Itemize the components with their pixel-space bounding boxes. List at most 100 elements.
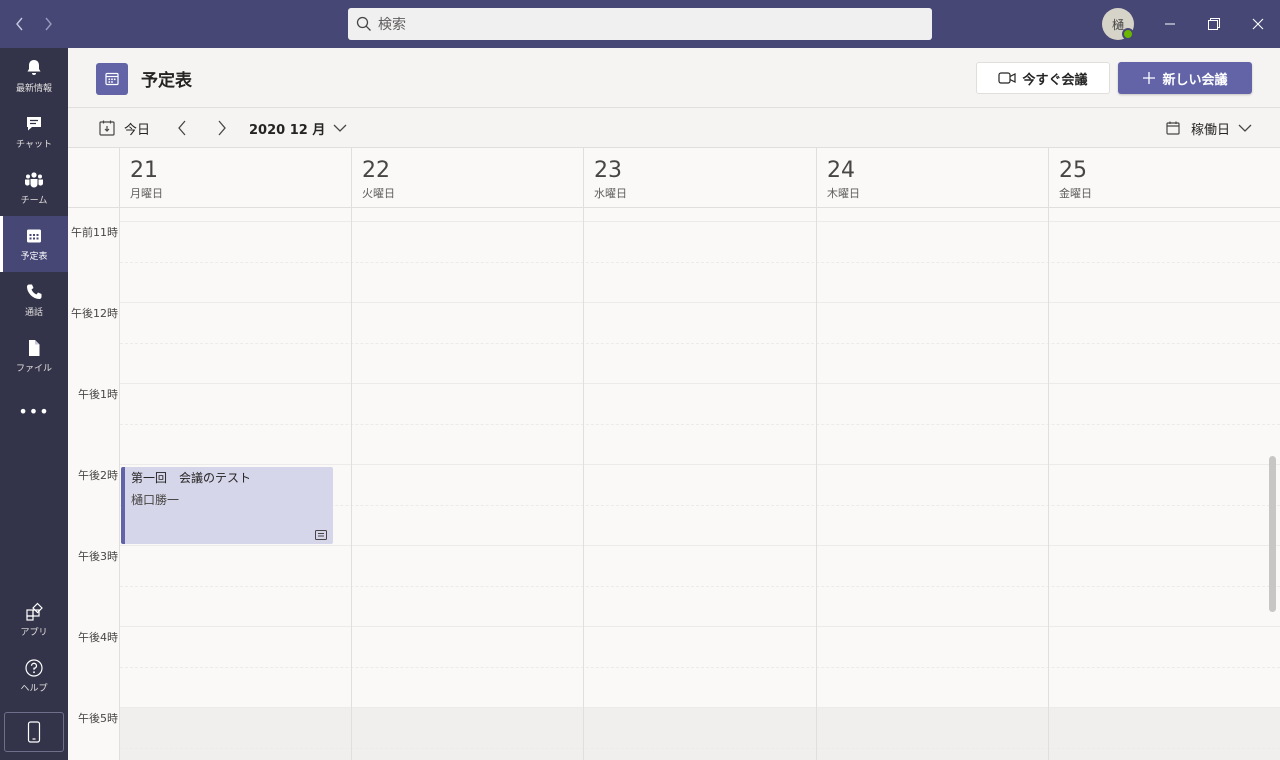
rail-label: ファイル bbox=[15, 364, 52, 374]
rail-item-chat[interactable]: チャット bbox=[0, 104, 68, 160]
chevron-left-icon bbox=[16, 17, 23, 31]
half-hour-line bbox=[120, 343, 1280, 344]
rail-label: チーム bbox=[20, 196, 48, 206]
minimize-button[interactable] bbox=[1156, 10, 1184, 38]
day-header-tuesday[interactable]: 22 火曜日 bbox=[352, 148, 584, 208]
rail-label: 通話 bbox=[24, 308, 43, 318]
chat-icon bbox=[27, 117, 41, 131]
video-camera-icon bbox=[998, 72, 1017, 84]
presence-status-badge bbox=[1122, 28, 1134, 40]
today-button[interactable]: 今日 bbox=[98, 118, 150, 138]
time-label: 午前11時 bbox=[71, 226, 118, 239]
calendar-view-icon bbox=[1166, 121, 1180, 135]
forward-button[interactable] bbox=[37, 12, 59, 36]
day-number: 22 bbox=[362, 158, 390, 183]
time-label: 午後5時 bbox=[78, 712, 118, 725]
time-label: 午後2時 bbox=[78, 469, 118, 482]
rail-label: アプリ bbox=[20, 628, 48, 638]
half-hour-line bbox=[120, 262, 1280, 263]
time-axis: 午前11時 午後12時 午後1時 午後2時 午後3時 午後4時 午後5時 bbox=[68, 208, 120, 760]
more-apps-button[interactable]: ••• bbox=[0, 402, 68, 422]
chevron-left-icon bbox=[178, 120, 186, 136]
rail-item-files[interactable]: ファイル bbox=[0, 328, 68, 384]
week-grid: 21 月曜日 22 火曜日 23 水曜日 24 木曜日 25 金曜日 午前11時… bbox=[68, 148, 1280, 760]
rail-label: 最新情報 bbox=[15, 84, 52, 94]
day-name: 金曜日 bbox=[1059, 187, 1092, 200]
calendar-event[interactable]: 第一回 会議のテスト 樋口勝一 bbox=[121, 467, 333, 544]
back-button[interactable] bbox=[9, 12, 31, 36]
view-label: 稼働日 bbox=[1191, 122, 1231, 138]
column-divider bbox=[583, 148, 584, 760]
bell-icon bbox=[27, 60, 41, 75]
calendar-icon bbox=[27, 229, 41, 243]
event-organizer: 樋口勝一 bbox=[131, 493, 180, 507]
chevron-down-icon bbox=[333, 124, 347, 132]
next-week-button[interactable] bbox=[212, 118, 232, 138]
day-header-thursday[interactable]: 24 木曜日 bbox=[817, 148, 1049, 208]
search-icon bbox=[356, 16, 371, 31]
chevron-right-icon bbox=[218, 120, 226, 136]
phone-icon bbox=[27, 284, 42, 299]
half-hour-line bbox=[120, 424, 1280, 425]
time-label: 午後12時 bbox=[71, 307, 118, 320]
column-divider bbox=[351, 148, 352, 760]
month-label: 2020 12 月 bbox=[249, 122, 326, 138]
close-icon bbox=[1252, 18, 1264, 30]
rail-item-help[interactable]: ヘルプ bbox=[0, 648, 68, 704]
time-label: 午後3時 bbox=[78, 550, 118, 563]
rail-label: チャット bbox=[16, 140, 52, 150]
day-header-row: 21 月曜日 22 火曜日 23 水曜日 24 木曜日 25 金曜日 bbox=[68, 148, 1280, 208]
event-title: 第一回 会議のテスト bbox=[131, 471, 252, 485]
day-number: 21 bbox=[130, 158, 158, 183]
phone-device-icon bbox=[27, 721, 41, 743]
search-placeholder: 検索 bbox=[378, 17, 406, 33]
mobile-download-button[interactable] bbox=[4, 712, 64, 752]
app-rail: 最新情報 チャット チーム 予定表 通話 ファイル ••• アプリ ヘルプ bbox=[0, 48, 68, 760]
hour-line bbox=[120, 383, 1280, 384]
rail-item-calendar[interactable]: 予定表 bbox=[0, 216, 68, 272]
previous-week-button[interactable] bbox=[172, 118, 192, 138]
file-icon bbox=[29, 340, 40, 356]
half-hour-line bbox=[120, 586, 1280, 587]
day-number: 23 bbox=[594, 158, 622, 183]
chevron-down-icon bbox=[1238, 124, 1252, 132]
time-label: 午後1時 bbox=[78, 388, 118, 401]
minimize-icon bbox=[1165, 23, 1175, 25]
restore-icon bbox=[1208, 18, 1220, 30]
new-meeting-button[interactable]: 新しい会議 bbox=[1118, 62, 1252, 94]
rail-label: 予定表 bbox=[20, 252, 48, 262]
day-header-monday[interactable]: 21 月曜日 bbox=[120, 148, 352, 208]
hour-line bbox=[120, 221, 1280, 222]
rail-item-apps[interactable]: アプリ bbox=[0, 592, 68, 648]
restore-button[interactable] bbox=[1200, 10, 1228, 38]
day-name: 木曜日 bbox=[827, 187, 860, 200]
calendar-icon bbox=[105, 72, 119, 86]
meet-now-button[interactable]: 今すぐ会議 bbox=[976, 62, 1110, 94]
day-number: 24 bbox=[827, 158, 855, 183]
hour-line bbox=[120, 626, 1280, 627]
plus-icon bbox=[1143, 72, 1156, 84]
search-input[interactable]: 検索 bbox=[348, 8, 932, 40]
half-hour-line bbox=[120, 748, 1280, 749]
day-name: 水曜日 bbox=[594, 187, 627, 200]
rail-item-teams[interactable]: チーム bbox=[0, 160, 68, 216]
column-divider bbox=[816, 148, 817, 760]
calendar-app-icon bbox=[96, 63, 128, 95]
help-icon bbox=[25, 659, 43, 677]
day-header-friday[interactable]: 25 金曜日 bbox=[1049, 148, 1280, 208]
calendar-header: 予定表 今すぐ会議 新しい会議 bbox=[68, 48, 1280, 108]
rail-item-activity[interactable]: 最新情報 bbox=[0, 48, 68, 104]
day-header-wednesday[interactable]: 23 水曜日 bbox=[584, 148, 816, 208]
new-meeting-label: 新しい会議 bbox=[1162, 72, 1228, 88]
day-number: 25 bbox=[1059, 158, 1087, 183]
vertical-scrollbar[interactable] bbox=[1269, 456, 1276, 612]
close-button[interactable] bbox=[1244, 10, 1272, 38]
hour-line bbox=[120, 464, 1280, 465]
teams-icon bbox=[25, 172, 43, 188]
view-picker[interactable]: 稼働日 bbox=[1165, 118, 1252, 138]
hour-line bbox=[120, 545, 1280, 546]
month-picker[interactable]: 2020 12 月 bbox=[249, 118, 347, 138]
rail-item-calls[interactable]: 通話 bbox=[0, 272, 68, 328]
today-label: 今日 bbox=[124, 122, 151, 138]
page-title: 予定表 bbox=[141, 71, 192, 91]
